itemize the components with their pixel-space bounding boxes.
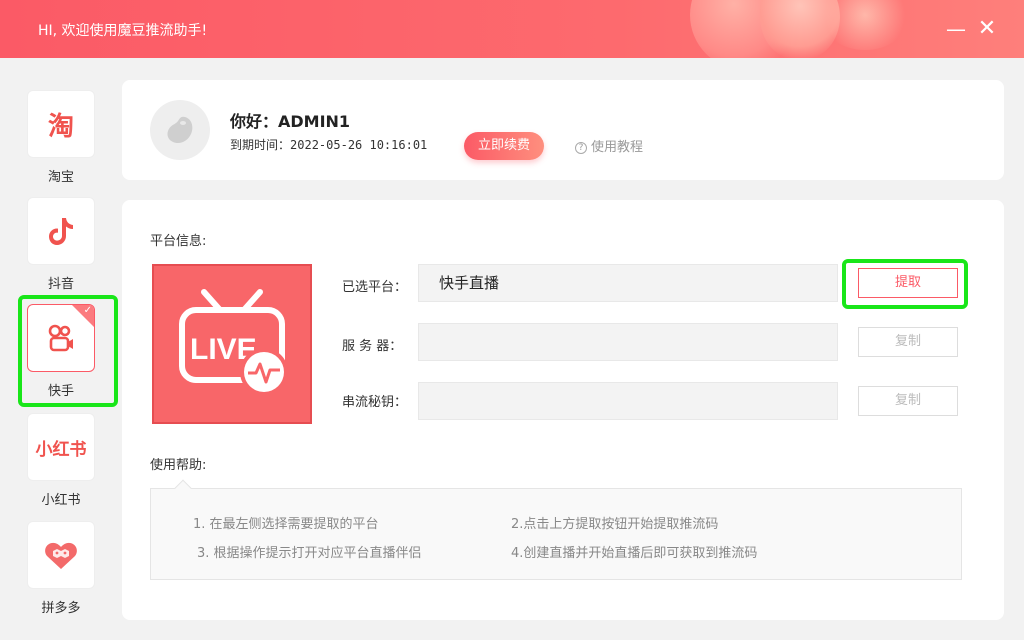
sidebar-item-xiaohongshu[interactable]: 小红书 小红书 [27,413,95,513]
help-section-title: 使用帮助: [150,458,207,473]
help-step: 4.创建直播并开始直播后即可获取到推流码 [511,546,758,561]
sidebar-item-label: 小红书 [41,493,81,508]
window-greeting: HI, 欢迎使用魔豆推流助手! [38,23,208,39]
server-field[interactable] [418,323,838,361]
extract-highlight [842,259,968,309]
bean-icon [167,116,193,144]
platform-logo: LIVE [152,264,312,424]
help-step: 2.点击上方提取按钮开始提取推流码 [511,517,719,532]
help-box: 1. 在最左侧选择需要提取的平台 2.点击上方提取按钮开始提取推流码 3. 根据… [150,479,962,580]
expire-info: 到期时间：2022-05-26 10:16:01 [230,136,427,153]
decorative-blob [820,0,910,50]
server-label: 服 务 器： [342,339,403,354]
title-bar: HI, 欢迎使用魔豆推流助手! — ✕ [0,0,1024,58]
avatar [150,100,210,160]
xiaohongshu-icon: 小红书 [27,413,95,481]
stream-key-field[interactable] [418,382,838,420]
tutorial-label: 使用教程 [591,140,644,155]
platform-section-title: 平台信息: [150,234,207,249]
minimize-button[interactable]: — [943,16,969,42]
sidebar-item-label: 抖音 [47,277,74,292]
copy-server-button[interactable]: 复制 [858,327,958,357]
question-icon: ? [575,142,587,154]
user-card: 你好：ADMIN1 到期时间：2022-05-26 10:16:01 立即续费 … [122,80,1004,180]
sidebar-item-pinduoduo[interactable]: 拼多多 [27,521,95,621]
platform-card: 平台信息: LIVE 已选平台： 快手直播 提取 服 务 器： 复制 串流秘钥：… [122,200,1004,620]
copy-key-button[interactable]: 复制 [858,386,958,416]
expire-value: 2022-05-26 10:16:01 [290,138,428,152]
help-step: 1. 在最左侧选择需要提取的平台 [193,517,379,532]
help-step: 3. 根据操作提示打开对应平台直播伴侣 [197,546,422,561]
stream-key-label: 串流秘钥： [342,395,408,410]
selection-highlight [18,295,118,407]
sidebar-item-label: 拼多多 [41,601,81,616]
selected-platform-field: 快手直播 [418,264,838,302]
selected-platform-label: 已选平台： [342,280,408,295]
close-button[interactable]: ✕ [974,16,1000,42]
tutorial-link[interactable]: ? 使用教程 [575,136,643,155]
sidebar-item-label: 淘宝 [47,170,74,185]
user-greeting: 你好：ADMIN1 [230,112,351,131]
douyin-icon [27,197,95,265]
expire-label: 到期时间： [230,138,291,152]
taobao-icon: 淘 [27,90,95,158]
live-tv-icon: LIVE [179,289,288,396]
help-box-notch [174,479,192,497]
renew-button[interactable]: 立即续费 [464,132,544,160]
sidebar-item-taobao[interactable]: 淘 淘宝 [27,90,95,190]
pinduoduo-icon [27,521,95,589]
sidebar-item-douyin[interactable]: 抖音 [27,197,95,297]
